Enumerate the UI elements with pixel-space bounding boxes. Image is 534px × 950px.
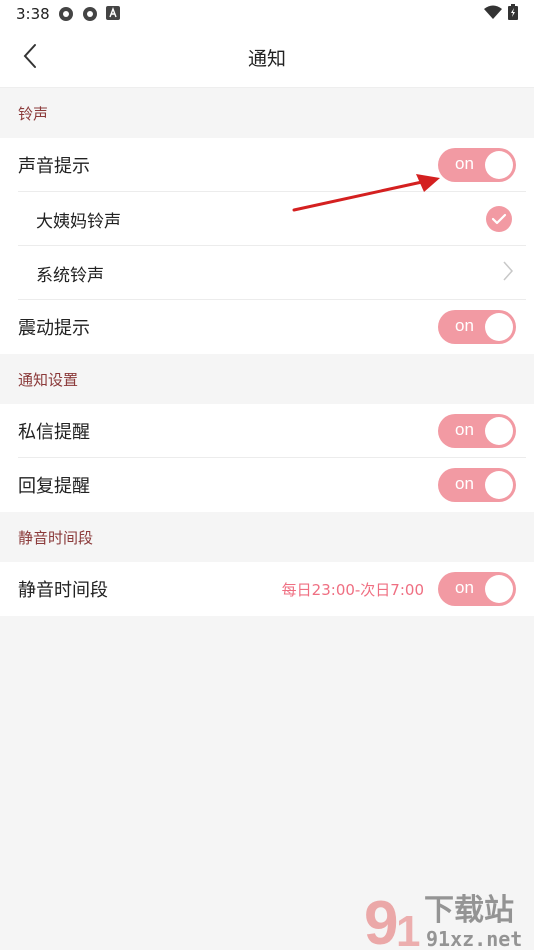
toggle-knob [485,313,513,341]
annotation-arrow [292,174,440,212]
row-reply: 回复提醒 on [0,458,534,512]
toggle-knob [485,151,513,179]
toggle-knob [485,471,513,499]
app-a-icon [105,6,122,22]
row-quiet-hours: 静音时间段 每日23:00-次日7:00 on [0,562,534,616]
toggle-text: on [455,154,474,173]
reply-toggle[interactable]: on [438,468,516,502]
vibrate-label: 震动提示 [18,318,90,339]
watermark-text-bottom: 91xz.net [426,927,522,950]
row-vibrate: 震动提示 on [0,300,534,354]
vibrate-toggle[interactable]: on [438,310,516,344]
watermark-text-top: 下载站 [424,893,514,928]
wifi-icon [484,5,502,23]
quiet-hours-range[interactable]: 每日23:00-次日7:00 [282,579,424,600]
back-button[interactable] [14,42,46,74]
aperture-icon [58,6,74,22]
svg-text:1: 1 [396,907,420,950]
toggle-text: on [455,474,474,493]
quiet-hours-label: 静音时间段 [18,580,108,601]
private-msg-label: 私信提醒 [18,422,90,443]
status-time: 3:38 [16,5,50,23]
svg-text:9: 9 [364,889,398,950]
row-sound-alert: 声音提示 on [0,138,534,192]
watermark-logo: 9 1 下载站 91xz.net [362,884,534,950]
toggle-text: on [455,578,474,597]
toggle-text: on [455,420,474,439]
section-title-ringtone: 铃声 [0,88,534,138]
section-title-quiet: 静音时间段 [0,512,534,562]
status-right [484,4,518,24]
battery-icon [508,4,518,24]
page-title: 通知 [247,48,286,70]
top-app-bar: 通知 [0,28,534,88]
quiet-hours-toggle[interactable]: on [438,572,516,606]
ringtone-system-label: 系统铃声 [36,265,104,286]
private-msg-toggle[interactable]: on [438,414,516,448]
row-ringtone-system[interactable]: 系统铃声 [0,246,534,300]
reply-label: 回复提醒 [18,476,90,497]
toggle-knob [485,575,513,603]
row-private-msg: 私信提醒 on [0,404,534,458]
checkmark-icon [486,206,512,232]
toggle-text: on [455,316,474,335]
status-left: 3:38 [16,5,122,23]
chevron-right-icon [502,260,514,287]
chevron-left-icon [22,43,38,73]
aperture-icon [82,6,98,22]
row-ringtone-dayima[interactable]: 大姨妈铃声 [0,192,534,246]
status-bar: 3:38 [0,0,534,28]
toggle-knob [485,417,513,445]
section-title-notification: 通知设置 [0,354,534,404]
